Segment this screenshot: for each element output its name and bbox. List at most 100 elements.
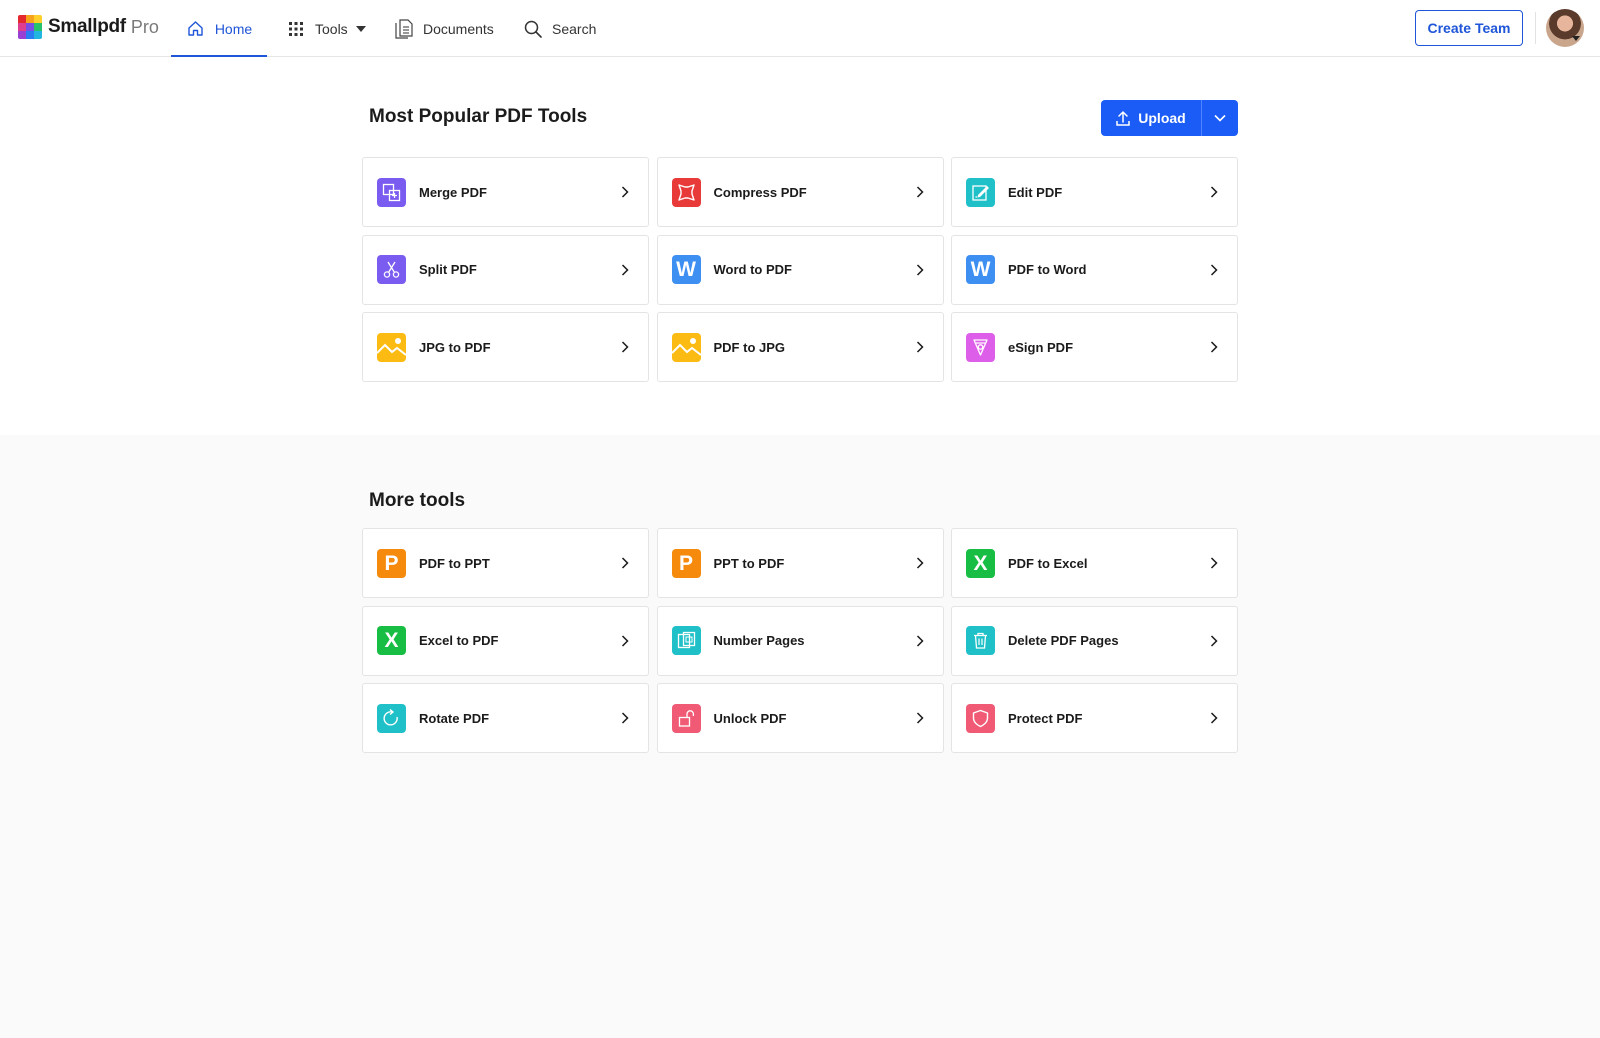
tool-card-label: Edit PDF bbox=[1008, 184, 1063, 200]
scissors-icon bbox=[377, 255, 406, 284]
chevron-right-icon bbox=[621, 712, 629, 724]
tool-card-label: Compress PDF bbox=[713, 184, 807, 200]
upload-button[interactable]: Upload bbox=[1101, 100, 1201, 136]
tool-card-label: Excel to PDF bbox=[419, 633, 499, 648]
create-team-button[interactable]: Create Team bbox=[1415, 10, 1523, 46]
chevron-right-icon bbox=[1210, 712, 1218, 724]
edit-icon bbox=[966, 177, 995, 207]
tool-card-jpg-to-pdf[interactable]: JPG to PDF bbox=[362, 312, 649, 382]
nav-home[interactable]: Home bbox=[171, 0, 267, 58]
tool-card-split-pdf[interactable]: Split PDF bbox=[362, 234, 649, 305]
chevron-right-icon bbox=[916, 557, 924, 569]
chevron-right-icon bbox=[1210, 263, 1218, 276]
tool-card-word-to-pdf[interactable]: W Word to PDF bbox=[656, 234, 944, 305]
nav-tools[interactable]: Tools bbox=[286, 0, 366, 57]
tool-card-edit-pdf[interactable]: Edit PDF bbox=[951, 157, 1238, 227]
avatar-caret-icon[interactable] bbox=[1572, 36, 1580, 41]
tool-card-pdf-to-jpg[interactable]: PDF to JPG bbox=[656, 312, 944, 382]
tool-card-rotate-pdf[interactable]: Rotate PDF bbox=[362, 683, 649, 753]
more-tools-section: More tools P PDF to PPT P PPT to PDF X PDF to… bbox=[0, 435, 1600, 1038]
chevron-right-icon bbox=[916, 263, 924, 276]
grid-icon bbox=[286, 19, 306, 39]
nav-documents-label: Documents bbox=[423, 20, 494, 37]
chevron-right-icon bbox=[621, 186, 629, 198]
upload-options-button[interactable] bbox=[1202, 100, 1238, 136]
powerpoint-icon: P bbox=[377, 548, 406, 578]
tool-card-label: PDF to JPG bbox=[713, 339, 786, 355]
popular-tools-grid: Merge PDF Compress PDF Edit PDF Split PDF W W… bbox=[362, 157, 1238, 382]
excel-icon: X bbox=[966, 548, 995, 578]
tool-card-label: JPG to PDF bbox=[419, 339, 491, 355]
tool-card-pdf-to-word[interactable]: W PDF to Word bbox=[951, 234, 1238, 305]
upload-label: Upload bbox=[1138, 110, 1186, 126]
chevron-right-icon bbox=[621, 263, 629, 276]
chevron-right-icon bbox=[1210, 557, 1218, 569]
powerpoint-icon: P bbox=[671, 548, 701, 578]
search-icon bbox=[523, 19, 543, 39]
chevron-right-icon bbox=[621, 557, 629, 569]
tool-card-label: Number Pages bbox=[713, 633, 805, 648]
tool-card-label: eSign PDF bbox=[1008, 339, 1074, 355]
tool-card-compress-pdf[interactable]: Compress PDF bbox=[656, 157, 944, 227]
top-nav-bar: Smallpdf Pro Home Tools Documents Search… bbox=[0, 0, 1600, 58]
tool-card-merge-pdf[interactable]: Merge PDF bbox=[362, 157, 649, 227]
nav-documents[interactable]: Documents bbox=[394, 0, 494, 57]
word-icon: W bbox=[966, 255, 995, 284]
upload-icon bbox=[1116, 110, 1131, 126]
tool-card-excel-to-pdf[interactable]: X Excel to PDF bbox=[362, 605, 649, 676]
word-icon: W bbox=[671, 255, 701, 284]
smallpdf-logo-icon bbox=[18, 15, 42, 39]
nav-search[interactable]: Search bbox=[523, 0, 596, 57]
tool-card-number-pages[interactable]: Number Pages bbox=[656, 605, 944, 676]
avatar[interactable] bbox=[1546, 9, 1584, 47]
section-title-more: More tools bbox=[369, 490, 466, 511]
tool-card-label: Word to PDF bbox=[713, 262, 792, 277]
nav-search-label: Search bbox=[552, 20, 597, 37]
section-title-popular: Most Popular PDF Tools bbox=[369, 106, 588, 127]
tool-card-label: PDF to Excel bbox=[1008, 555, 1088, 571]
chevron-right-icon bbox=[916, 186, 924, 198]
header-divider bbox=[1535, 12, 1536, 44]
tool-card-ppt-to-pdf[interactable]: P PPT to PDF bbox=[656, 528, 944, 598]
chevron-right-icon bbox=[916, 712, 924, 724]
chevron-right-icon bbox=[621, 341, 629, 353]
number-pages-icon bbox=[671, 626, 701, 655]
tool-card-pdf-to-ppt[interactable]: P PDF to PPT bbox=[362, 528, 649, 598]
unlock-icon bbox=[671, 703, 701, 733]
rotate-icon bbox=[377, 703, 406, 733]
chevron-right-icon bbox=[621, 634, 629, 647]
tool-card-protect-pdf[interactable]: Protect PDF bbox=[951, 683, 1238, 753]
popular-tools-section: Most Popular PDF Tools Upload Merge PDF C… bbox=[0, 57, 1600, 435]
merge-icon bbox=[377, 177, 406, 207]
tool-card-label: Protect PDF bbox=[1008, 710, 1083, 726]
tool-card-label: Split PDF bbox=[419, 262, 477, 277]
nav-home-label: Home bbox=[214, 20, 253, 37]
pen-nib-icon bbox=[966, 332, 995, 362]
trash-icon bbox=[966, 626, 995, 655]
tool-card-label: PDF to Word bbox=[1008, 262, 1087, 277]
caret-down-icon bbox=[355, 25, 366, 32]
excel-icon: X bbox=[377, 626, 406, 655]
more-tools-grid: P PDF to PPT P PPT to PDF X PDF to Excel X Exce… bbox=[362, 528, 1238, 753]
chevron-right-icon bbox=[1210, 634, 1218, 647]
image-icon bbox=[377, 332, 406, 362]
tool-card-label: Merge PDF bbox=[419, 184, 487, 200]
logo[interactable]: Smallpdf Pro bbox=[18, 15, 159, 39]
home-icon bbox=[186, 19, 206, 39]
image-icon bbox=[671, 332, 701, 362]
tool-card-unlock-pdf[interactable]: Unlock PDF bbox=[656, 683, 944, 753]
compress-icon bbox=[671, 177, 701, 207]
chevron-right-icon bbox=[916, 634, 924, 647]
tool-card-label: PDF to PPT bbox=[419, 555, 490, 571]
nav-tools-label: Tools bbox=[315, 20, 348, 37]
tool-card-pdf-to-excel[interactable]: X PDF to Excel bbox=[951, 528, 1238, 598]
tool-card-label: Unlock PDF bbox=[713, 710, 787, 726]
upload-button-group: Upload bbox=[1101, 100, 1238, 136]
chevron-right-icon bbox=[1210, 341, 1218, 353]
chevron-right-icon bbox=[916, 341, 924, 353]
chevron-down-icon bbox=[1214, 114, 1226, 122]
tool-card-esign-pdf[interactable]: eSign PDF bbox=[951, 312, 1238, 382]
tool-card-delete-pdf-pages[interactable]: Delete PDF Pages bbox=[951, 605, 1238, 676]
tool-card-label: PPT to PDF bbox=[713, 555, 785, 571]
shield-icon bbox=[966, 703, 995, 733]
